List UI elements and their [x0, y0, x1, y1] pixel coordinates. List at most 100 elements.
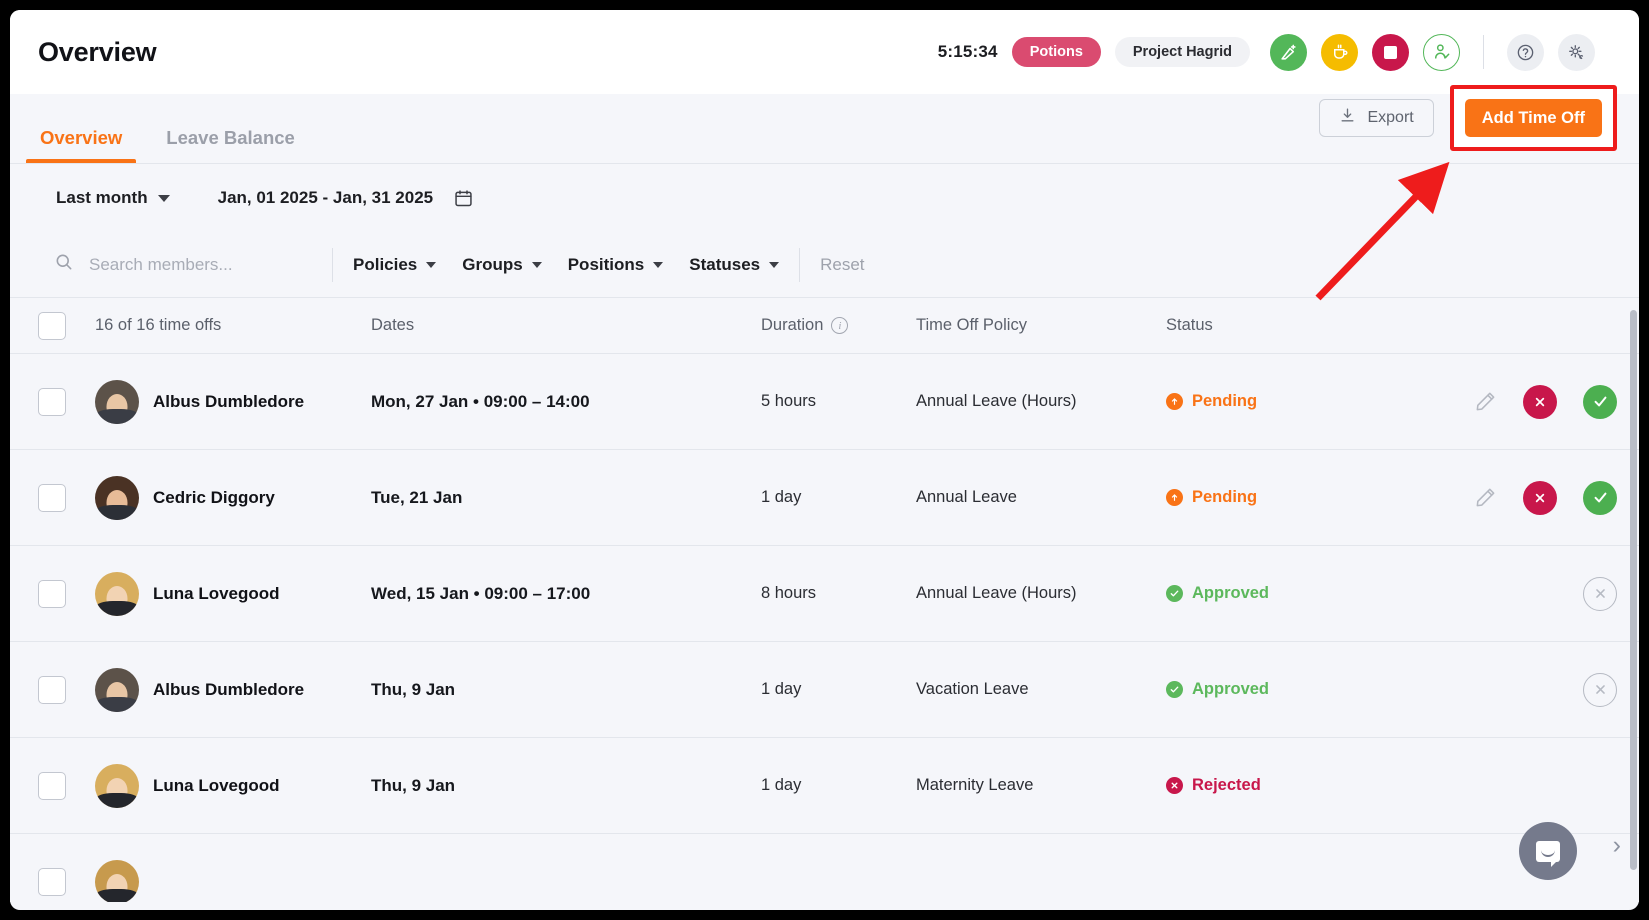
table-row[interactable] — [10, 834, 1639, 902]
table-body: Albus Dumbledore Mon, 27 Jan • 09:00 – 14… — [10, 354, 1639, 902]
dates-cell: Wed, 15 Jan • 09:00 – 17:00 — [371, 584, 761, 604]
user-check-icon[interactable] — [1423, 34, 1460, 71]
stop-square — [1384, 46, 1397, 59]
tag-project[interactable]: Project Hagrid — [1115, 37, 1250, 67]
duration-cell: 1 day — [761, 680, 916, 699]
dates-cell: Mon, 27 Jan • 09:00 – 14:00 — [371, 392, 761, 412]
policy-cell: Annual Leave — [916, 488, 1166, 507]
date-range-label[interactable]: Jan, 01 2025 - Jan, 31 2025 — [218, 188, 434, 208]
filter-row: Policies Groups Positions Statuses Reset — [10, 232, 1639, 298]
status-badge: Pending — [1166, 488, 1356, 507]
reject-button[interactable] — [1523, 385, 1557, 419]
search-box[interactable] — [54, 252, 312, 277]
member-cell: Luna Lovegood — [66, 572, 371, 616]
tab-leave-balance[interactable]: Leave Balance — [144, 129, 317, 164]
settings-icon[interactable] — [1558, 34, 1595, 71]
activity-icon[interactable] — [1270, 34, 1307, 71]
duration-cell: 1 day — [761, 776, 916, 795]
expand-panel-chevron-icon[interactable]: › — [1613, 831, 1621, 860]
filter-divider-right — [799, 248, 800, 282]
header-duration-label: Duration — [761, 316, 823, 335]
avatar — [95, 380, 139, 424]
status-label: Pending — [1192, 392, 1257, 411]
row-checkbox[interactable] — [38, 868, 66, 896]
dates-cell: Thu, 9 Jan — [371, 680, 761, 700]
avatar — [95, 476, 139, 520]
edit-icon[interactable] — [1474, 486, 1497, 509]
approve-button[interactable] — [1583, 481, 1617, 515]
filter-policies[interactable]: Policies — [353, 255, 436, 275]
edit-icon[interactable] — [1474, 390, 1497, 413]
table-row[interactable]: Albus DumbledoreThu, 9 Jan1 dayVacation … — [10, 642, 1639, 738]
row-actions — [1356, 577, 1639, 611]
table-row[interactable]: Luna LovegoodThu, 9 Jan1 dayMaternity Le… — [10, 738, 1639, 834]
member-cell: Albus Dumbledore — [66, 668, 371, 712]
export-button[interactable]: Export — [1319, 99, 1433, 137]
avatar-body — [96, 409, 138, 424]
download-icon — [1339, 107, 1356, 129]
chat-bubble-icon — [1536, 841, 1560, 862]
row-checkbox[interactable] — [38, 580, 66, 608]
status-label: Pending — [1192, 488, 1257, 507]
row-checkbox[interactable] — [38, 676, 66, 704]
coffee-break-icon[interactable] — [1321, 34, 1358, 71]
avatar-body — [96, 793, 138, 808]
status-label: Approved — [1192, 584, 1269, 603]
chevron-down-icon — [426, 262, 436, 268]
table-row[interactable]: Cedric DiggoryTue, 21 Jan1 dayAnnual Lea… — [10, 450, 1639, 546]
add-time-off-button[interactable]: Add Time Off — [1465, 99, 1602, 137]
filter-statuses[interactable]: Statuses — [689, 255, 779, 275]
stop-timer-icon[interactable] — [1372, 34, 1409, 71]
filter-groups[interactable]: Groups — [462, 255, 541, 275]
status-badge: Approved — [1166, 680, 1356, 699]
select-all-checkbox[interactable] — [38, 312, 66, 340]
tab-overview[interactable]: Overview — [18, 129, 144, 164]
row-actions — [1356, 673, 1639, 707]
app-window: Overview 5:15:34 Potions Project Hagrid — [10, 10, 1639, 910]
row-checkbox[interactable] — [38, 484, 66, 512]
reset-filters-link[interactable]: Reset — [820, 255, 864, 275]
date-preset-select[interactable]: Last month — [56, 188, 170, 208]
approve-button[interactable] — [1583, 385, 1617, 419]
intercom-launcher[interactable] — [1519, 822, 1577, 880]
row-actions — [1356, 385, 1639, 419]
cancel-button[interactable] — [1583, 673, 1617, 707]
search-input[interactable] — [89, 255, 312, 275]
status-label: Rejected — [1192, 776, 1261, 795]
filter-positions[interactable]: Positions — [568, 255, 664, 275]
member-cell: Luna Lovegood — [66, 764, 371, 808]
tab-actions: Export Add Time Off — [1319, 85, 1617, 163]
chevron-down-icon — [532, 262, 542, 268]
header-dates: Dates — [371, 316, 761, 335]
avatar — [95, 668, 139, 712]
info-icon[interactable]: i — [831, 317, 848, 334]
calendar-icon[interactable] — [453, 188, 474, 209]
member-name: Albus Dumbledore — [153, 392, 304, 412]
status-icon — [1166, 681, 1183, 698]
date-filter-row: Last month Jan, 01 2025 - Jan, 31 2025 — [10, 164, 1639, 232]
table-header: 16 of 16 time offs Dates Duration i Time… — [10, 298, 1639, 354]
status-badge: Approved — [1166, 584, 1356, 603]
table-row[interactable]: Albus Dumbledore Mon, 27 Jan • 09:00 – 14… — [10, 354, 1639, 450]
duration-cell: 1 day — [761, 488, 916, 507]
status-badge: Rejected — [1166, 776, 1356, 795]
page-title: Overview — [38, 37, 156, 68]
avatar-body — [96, 601, 138, 616]
avatar — [95, 764, 139, 808]
chevron-down-icon — [769, 262, 779, 268]
reject-button[interactable] — [1523, 481, 1557, 515]
tag-potions[interactable]: Potions — [1012, 37, 1101, 67]
cancel-button[interactable] — [1583, 577, 1617, 611]
filter-divider-left — [332, 248, 333, 282]
row-checkbox[interactable] — [38, 772, 66, 800]
row-checkbox[interactable] — [38, 388, 66, 416]
help-icon[interactable] — [1507, 34, 1544, 71]
member-name: Cedric Diggory — [153, 488, 275, 508]
table-row[interactable]: Luna LovegoodWed, 15 Jan • 09:00 – 17:00… — [10, 546, 1639, 642]
header-right-cluster: 5:15:34 Potions Project Hagrid — [938, 34, 1595, 71]
header-policy: Time Off Policy — [916, 316, 1166, 335]
chevron-down-icon — [653, 262, 663, 268]
export-label: Export — [1367, 109, 1413, 127]
status-icon — [1166, 585, 1183, 602]
vertical-scrollbar[interactable] — [1630, 310, 1637, 870]
